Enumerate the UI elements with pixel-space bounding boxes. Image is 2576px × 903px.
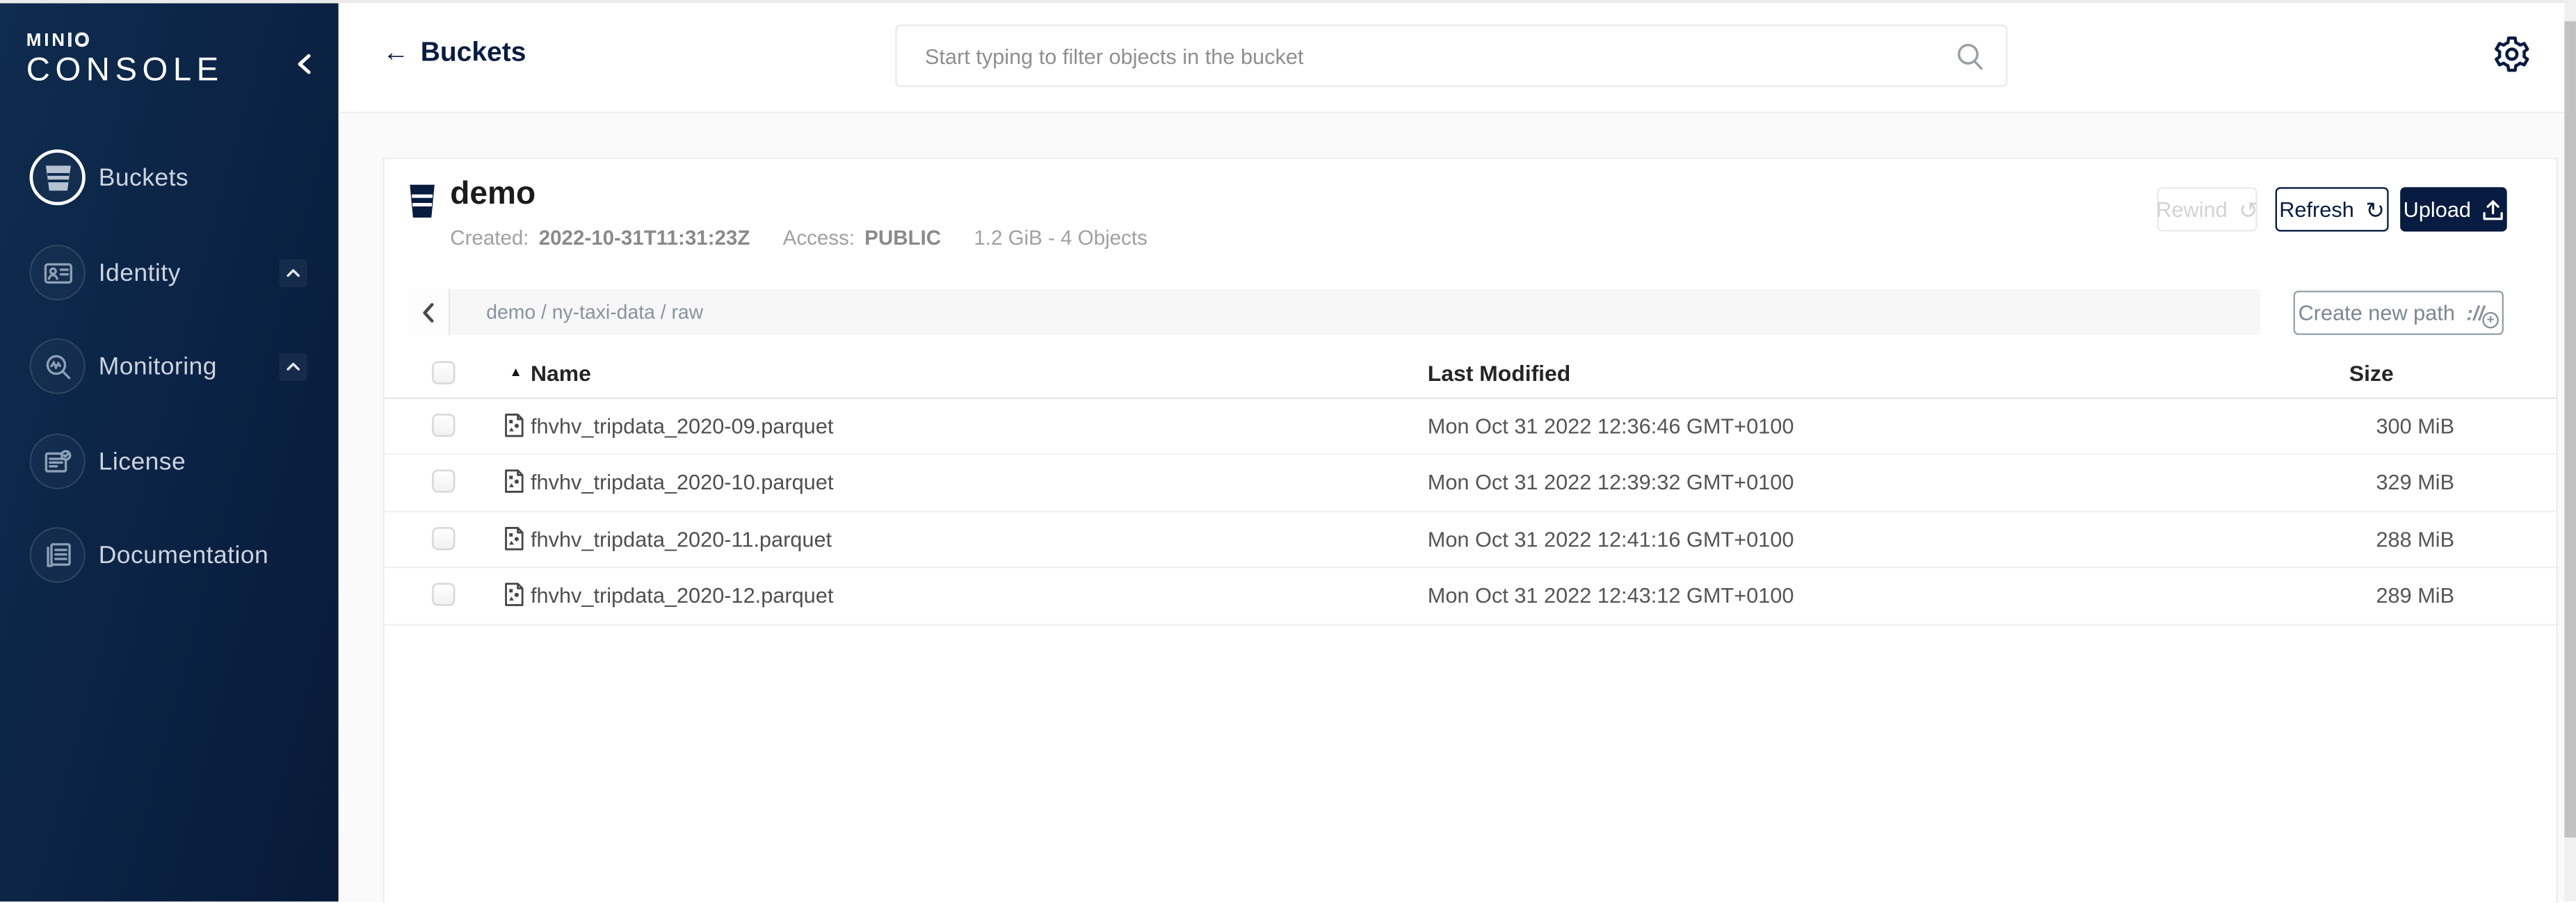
- back-arrow-icon: ←: [383, 39, 409, 69]
- upload-icon: [2483, 198, 2504, 221]
- topbar: ← Buckets: [339, 0, 2576, 113]
- sidebar-item-label: License: [99, 448, 186, 475]
- scrollbar-track[interactable]: [2564, 0, 2576, 902]
- object-size: 300 MiB: [2376, 414, 2454, 438]
- monitoring-icon: [30, 339, 86, 394]
- create-new-path-button[interactable]: Create new path ://+: [2294, 291, 2504, 335]
- object-last-modified: Mon Oct 31 2022 12:41:16 GMT+0100: [1428, 527, 1794, 551]
- row-checkbox[interactable]: [432, 527, 455, 550]
- bucket-icon: [409, 184, 435, 219]
- refresh-icon: ↻: [2365, 198, 2385, 221]
- table-row[interactable]: fhvhv_tripdata_2020-10.parquet Mon Oct 3…: [385, 454, 2557, 512]
- object-file-icon: [501, 582, 527, 608]
- license-icon: [30, 434, 86, 489]
- object-size: 288 MiB: [2376, 527, 2454, 551]
- sidebar-item-label: Buckets: [99, 163, 188, 191]
- object-last-modified: Mon Oct 31 2022 12:39:32 GMT+0100: [1428, 471, 1794, 495]
- search-input[interactable]: [897, 26, 2006, 86]
- identity-icon: [30, 245, 86, 300]
- rewind-button[interactable]: Rewind ↺: [2157, 187, 2257, 231]
- sidebar-item-monitoring[interactable]: Monitoring: [0, 336, 339, 396]
- object-last-modified: Mon Oct 31 2022 12:36:46 GMT+0100: [1428, 414, 1794, 438]
- refresh-button[interactable]: Refresh ↻: [2276, 187, 2389, 231]
- logo-min: MIN: [26, 31, 67, 51]
- object-size: 329 MiB: [2376, 471, 2454, 495]
- sidebar-item-label: Identity: [99, 259, 181, 286]
- created-value: 2022-10-31T11:31:23Z: [539, 227, 750, 250]
- breadcrumb[interactable]: demo / ny-taxi-data / raw: [450, 289, 703, 335]
- sidebar-item-label: Monitoring: [99, 352, 217, 380]
- sidebar-item-identity[interactable]: Identity: [0, 243, 339, 302]
- window-top-border: [0, 0, 2576, 3]
- sort-asc-icon: ▲: [509, 364, 522, 379]
- sidebar: MINIO CONSOLE Buckets Identity Mon: [0, 0, 339, 902]
- sidebar-collapse-icon[interactable]: [292, 51, 319, 77]
- object-file-icon: [501, 525, 527, 551]
- access-label: Access:: [783, 227, 855, 250]
- object-size: 289 MiB: [2376, 583, 2454, 608]
- object-name[interactable]: fhvhv_tripdata_2020-10.parquet: [531, 471, 833, 495]
- back-label: Buckets: [421, 38, 526, 69]
- row-checkbox[interactable]: [432, 414, 455, 437]
- object-name[interactable]: fhvhv_tripdata_2020-12.parquet: [531, 583, 833, 608]
- column-header-last-modified: Last Modified: [1428, 361, 1571, 386]
- minio-logo-wordmark: MINIO: [26, 33, 224, 51]
- sidebar-item-label: Documentation: [99, 541, 268, 569]
- bucket-title: demo: [450, 176, 536, 213]
- object-name[interactable]: fhvhv_tripdata_2020-11.parquet: [531, 527, 832, 551]
- table-header: ▲ Name Last Modified Size: [385, 350, 2557, 399]
- upload-label: Upload: [2404, 197, 2471, 221]
- table-row[interactable]: fhvhv_tripdata_2020-09.parquet Mon Oct 3…: [385, 398, 2557, 456]
- row-checkbox[interactable]: [432, 583, 455, 606]
- select-all-checkbox[interactable]: [432, 361, 455, 384]
- scrollbar-thumb[interactable]: [2564, 22, 2576, 838]
- table-row[interactable]: fhvhv_tripdata_2020-11.parquet Mon Oct 3…: [385, 510, 2557, 569]
- path-back-button[interactable]: [409, 289, 450, 335]
- chevron-up-icon[interactable]: [280, 259, 307, 286]
- create-path-icon: ://+: [2467, 301, 2499, 324]
- created-label: Created:: [450, 227, 529, 250]
- table-row[interactable]: fhvhv_tripdata_2020-12.parquet Mon Oct 3…: [385, 567, 2557, 625]
- upload-button[interactable]: Upload: [2400, 187, 2507, 231]
- search-icon: [1955, 41, 1986, 72]
- refresh-label: Refresh: [2279, 197, 2354, 221]
- settings-gear-icon[interactable]: [2492, 35, 2531, 74]
- rewind-label: Rewind: [2156, 197, 2227, 221]
- bucket-actions: Rewind ↺ Refresh ↻ Upload: [2157, 187, 2507, 231]
- rewind-icon: ↺: [2239, 198, 2258, 221]
- sidebar-item-license[interactable]: License: [0, 432, 339, 491]
- object-filter-searchbox: [895, 24, 2007, 87]
- row-checkbox[interactable]: [432, 471, 455, 494]
- chevron-up-icon[interactable]: [280, 352, 307, 380]
- back-to-buckets-button[interactable]: ← Buckets: [383, 38, 526, 69]
- sidebar-item-documentation[interactable]: Documentation: [0, 526, 339, 585]
- column-header-name[interactable]: Name: [531, 361, 591, 386]
- object-file-icon: [501, 412, 527, 439]
- create-path-label: Create new path: [2299, 300, 2455, 325]
- column-header-size: Size: [2349, 361, 2394, 386]
- minio-logo: MINIO CONSOLE: [26, 33, 224, 88]
- object-name[interactable]: fhvhv_tripdata_2020-09.parquet: [531, 414, 833, 438]
- logo-io: IO: [67, 31, 92, 51]
- console-logo-text: CONSOLE: [26, 54, 224, 89]
- access-value: PUBLIC: [864, 227, 941, 250]
- sidebar-item-buckets[interactable]: Buckets: [0, 148, 339, 207]
- object-last-modified: Mon Oct 31 2022 12:43:12 GMT+0100: [1428, 583, 1794, 608]
- buckets-icon: [30, 149, 86, 205]
- bucket-browser-card: demo Created: 2022-10-31T11:31:23Z Acces…: [383, 158, 2558, 903]
- path-bar: demo / ny-taxi-data / raw: [409, 289, 2260, 335]
- bucket-meta: Created: 2022-10-31T11:31:23Z Access: PU…: [450, 227, 1148, 250]
- minio-console-app: MINIO CONSOLE Buckets Identity Mon: [0, 0, 2576, 902]
- documentation-icon: [30, 527, 86, 583]
- object-file-icon: [501, 469, 527, 495]
- bucket-usage: 1.2 GiB - 4 Objects: [974, 227, 1147, 250]
